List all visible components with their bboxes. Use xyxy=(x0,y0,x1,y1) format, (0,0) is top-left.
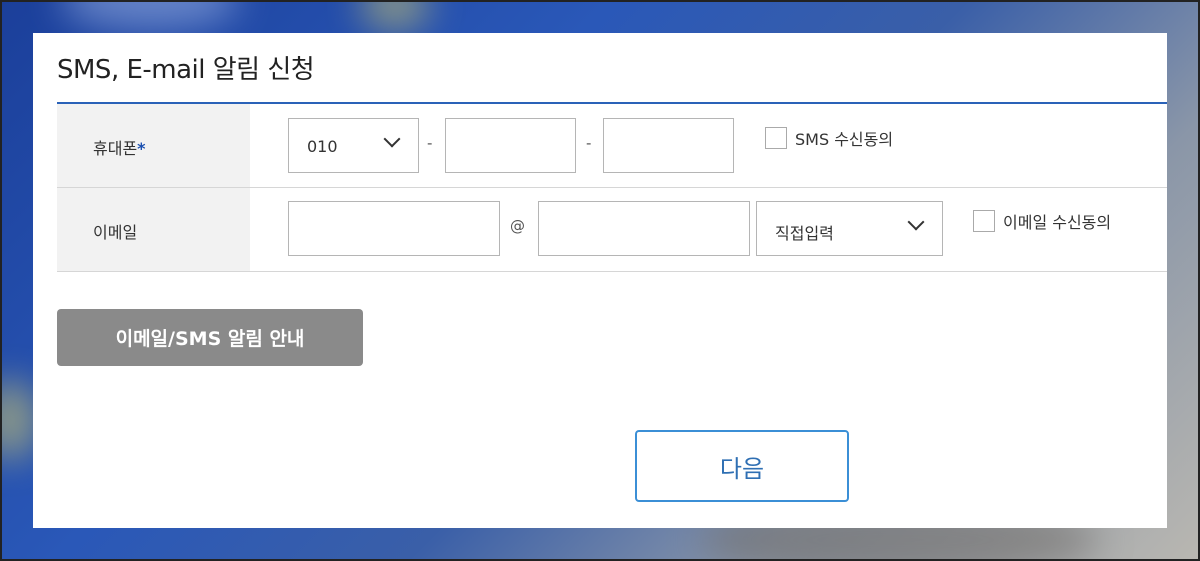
email-local-input[interactable] xyxy=(288,201,500,256)
email-consent-label: 이메일 수신동의 xyxy=(1003,213,1112,232)
email-label: 이메일 xyxy=(93,223,138,242)
sms-consent-checkbox[interactable] xyxy=(765,127,787,149)
chevron-down-icon xyxy=(383,130,401,148)
phone-separator: - xyxy=(427,134,433,152)
chevron-down-icon xyxy=(907,213,925,231)
background-blur xyxy=(60,0,240,30)
phone-label: 휴대폰* xyxy=(93,135,146,159)
email-domain-select[interactable]: 직접입력 xyxy=(756,201,943,256)
phone-label-cell: 휴대폰* xyxy=(57,104,250,187)
background-blur xyxy=(360,0,430,30)
screen: SMS, E-mail 알림 신청 휴대폰* 010 - - SMS 수신동의 … xyxy=(0,0,1200,561)
email-row: 이메일 @ 직접입력 이메일 수신동의 xyxy=(57,188,1167,272)
phone-prefix-value: 010 xyxy=(307,137,338,156)
phone-separator: - xyxy=(586,134,592,152)
email-domain-input[interactable] xyxy=(538,201,750,256)
email-consent-checkbox[interactable] xyxy=(973,210,995,232)
required-mark: * xyxy=(137,139,146,158)
phone-last-input[interactable] xyxy=(603,118,734,173)
at-symbol: @ xyxy=(510,217,525,235)
sms-email-dialog: SMS, E-mail 알림 신청 휴대폰* 010 - - SMS 수신동의 … xyxy=(33,33,1167,528)
email-label-cell: 이메일 xyxy=(57,188,250,271)
dialog-title: SMS, E-mail 알림 신청 xyxy=(57,55,315,85)
sms-consent-label: SMS 수신동의 xyxy=(795,130,894,149)
next-button[interactable]: 다음 xyxy=(635,430,849,502)
phone-prefix-select[interactable]: 010 xyxy=(288,118,419,173)
email-domain-select-value: 직접입력 xyxy=(775,224,834,243)
email-consent-option[interactable]: 이메일 수신동의 xyxy=(973,209,1111,233)
notice-button[interactable]: 이메일/SMS 알림 안내 xyxy=(57,309,363,366)
sms-consent-option[interactable]: SMS 수신동의 xyxy=(765,126,893,150)
phone-row: 휴대폰* 010 - - SMS 수신동의 xyxy=(57,104,1167,188)
phone-label-text: 휴대폰 xyxy=(93,139,138,158)
phone-middle-input[interactable] xyxy=(445,118,576,173)
